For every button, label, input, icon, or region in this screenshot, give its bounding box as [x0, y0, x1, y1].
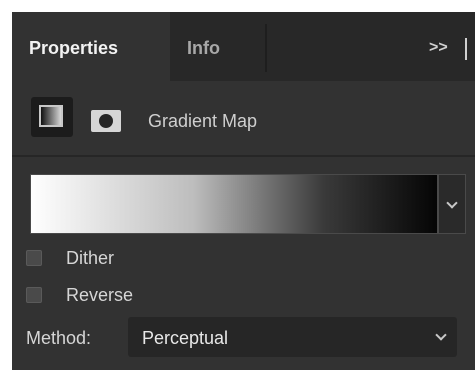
tab-divider [265, 24, 267, 72]
reverse-label: Reverse [66, 285, 134, 305]
adjustment-title: Gradient Map [148, 111, 258, 131]
dither-checkbox[interactable] [26, 250, 42, 266]
gradient-picker-dropdown[interactable] [438, 174, 466, 234]
method-value: Perceptual [142, 328, 229, 348]
gradient-preview[interactable] [30, 174, 438, 234]
section-divider [12, 155, 475, 157]
dither-label: Dither [66, 248, 115, 268]
chevron-down-icon [435, 329, 447, 341]
gradient-map-icon [39, 105, 63, 127]
gradient-map-button[interactable] [31, 97, 73, 137]
method-select[interactable]: Perceptual [128, 317, 457, 357]
expand-panels-button[interactable]: >> [429, 12, 448, 81]
method-label: Method: [26, 328, 92, 348]
mask-dot [99, 114, 113, 128]
layer-mask-icon[interactable] [91, 110, 121, 132]
reverse-checkbox[interactable] [26, 287, 42, 303]
properties-panel: Properties Info >> Gradient Map Dither R… [12, 12, 475, 370]
tab-bar: Properties Info >> [12, 12, 475, 81]
tab-info[interactable]: Info [170, 12, 270, 81]
chevron-down-icon [446, 197, 458, 209]
panel-menu-icon[interactable] [465, 38, 467, 60]
tab-properties[interactable]: Properties [12, 12, 170, 81]
